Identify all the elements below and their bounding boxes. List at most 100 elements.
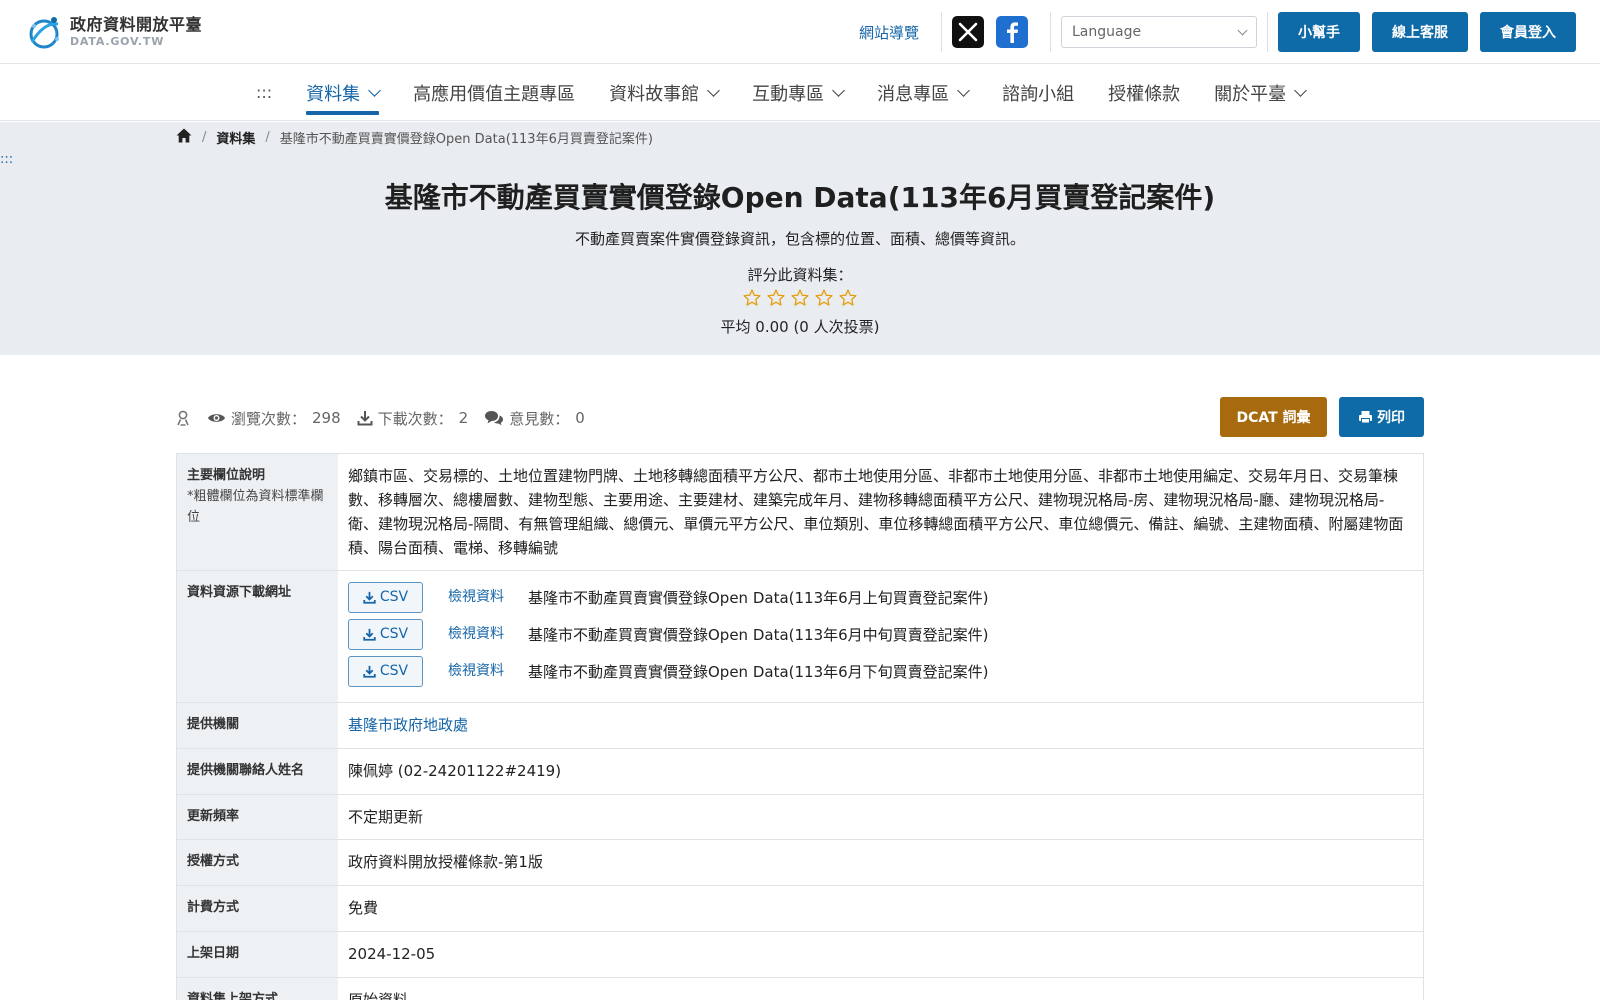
method-value: 原始資料	[348, 990, 409, 1000]
x-twitter-icon[interactable]	[952, 16, 984, 48]
nav-item-high-value[interactable]: 高應用價值主題專區	[413, 64, 575, 121]
accesskey-dots[interactable]: :::	[0, 152, 13, 167]
accesskey-dots[interactable]: :::	[256, 83, 272, 102]
download-icon	[357, 411, 373, 426]
row-header: 主要欄位說明 *粗體欄位為資料標準欄位	[177, 454, 338, 570]
nav-label: 關於平臺	[1214, 83, 1287, 105]
table-row: 提供機關 基隆市政府地政處	[177, 703, 1423, 749]
csv-label: CSV	[379, 626, 409, 643]
helper-button[interactable]: 小幫手	[1278, 12, 1360, 52]
star-icon[interactable]	[766, 288, 786, 308]
nav-label: 消息專區	[877, 83, 950, 105]
language-select[interactable]: Language	[1061, 16, 1257, 48]
table-row: 提供機關聯絡人姓名 陳佩婷 (02-24201122#2419)	[177, 748, 1423, 795]
nav-label: 資料故事館	[609, 83, 700, 105]
contact-label: 提供機關聯絡人姓名	[177, 748, 338, 794]
nav-item-about[interactable]: 關於平臺	[1214, 64, 1308, 121]
sitemap-link[interactable]: 網站導覽	[859, 22, 919, 43]
nav-label: 資料集	[306, 83, 361, 105]
home-icon[interactable]	[176, 128, 192, 147]
download-icon	[363, 628, 376, 641]
table-row: 更新頻率 不定期更新	[177, 794, 1423, 841]
nav-item-news[interactable]: 消息專區	[877, 64, 971, 121]
divider	[1267, 12, 1268, 52]
download-icon	[363, 665, 376, 678]
divider	[1050, 12, 1051, 52]
eye-icon	[208, 414, 225, 422]
nav-item-datasets[interactable]: 資料集	[306, 64, 382, 121]
dataset-info-table: 主要欄位說明 *粗體欄位為資料標準欄位 鄉鎮市區、交易標的、土地位置建物門牌、土…	[176, 453, 1424, 1000]
nav-label: 諮詢小組	[1002, 83, 1075, 105]
divider	[941, 12, 942, 52]
site-logo[interactable]: 政府資料開放平臺 DATA.GOV.TW	[24, 12, 202, 52]
view-data-link[interactable]: 檢視資料	[448, 623, 528, 645]
comments-icon	[485, 411, 504, 426]
resource-row: CSV 檢視資料 基隆市不動產買賣實價登錄Open Data(113年6月下旬買…	[348, 653, 1413, 690]
user-icon	[176, 410, 195, 426]
table-row: 計費方式 免費	[177, 886, 1423, 932]
main-fields-note: *粗體欄位為資料標準欄位	[187, 488, 324, 525]
frequency-value: 不定期更新	[348, 807, 424, 826]
breadcrumb-separator: /	[265, 130, 270, 145]
license-value: 政府資料開放授權條款-第1版	[348, 853, 543, 872]
nav-label: 互動專區	[752, 83, 825, 105]
breadcrumb-datasets[interactable]: 資料集	[216, 128, 255, 147]
csv-download-button[interactable]: CSV	[348, 619, 423, 650]
provider-link[interactable]: 基隆市政府地政處	[348, 716, 468, 734]
downloads-stat: 下載次數： 2	[357, 408, 468, 429]
nav-item-advisory[interactable]: 諮詢小組	[1002, 64, 1074, 121]
table-row: 主要欄位說明 *粗體欄位為資料標準欄位 鄉鎮市區、交易標的、土地位置建物門牌、土…	[177, 454, 1423, 571]
date-value: 2024-12-05	[348, 944, 436, 963]
star-icon[interactable]	[814, 288, 834, 308]
nav-item-stories[interactable]: 資料故事館	[609, 64, 721, 121]
breadcrumb: / 資料集 / 基隆市不動產買賣實價登錄Open Data(113年6月買賣登記…	[176, 128, 653, 147]
online-service-button[interactable]: 線上客服	[1372, 12, 1468, 52]
views-count: 298	[312, 409, 341, 427]
rating-stars	[0, 288, 1600, 308]
license-label: 授權方式	[177, 840, 338, 886]
date-label: 上架日期	[177, 931, 338, 977]
nav-item-interactive[interactable]: 互動專區	[752, 64, 846, 121]
table-row: 資料資源下載網址 CSV 檢視資料 基隆市不動產買賣實價登錄Open Data(…	[177, 571, 1423, 703]
comments-count: 0	[575, 409, 585, 427]
nav-label: 授權條款	[1108, 83, 1181, 105]
resource-row: CSV 檢視資料 基隆市不動產買賣實價登錄Open Data(113年6月上旬買…	[348, 579, 1413, 616]
comments-stat: 意見數： 0	[484, 408, 585, 429]
breadcrumb-current: 基隆市不動產買賣實價登錄Open Data(113年6月買賣登記案件)	[279, 132, 653, 147]
resource-name: 基隆市不動產買賣實價登錄Open Data(113年6月中旬買賣登記案件)	[528, 625, 989, 644]
csv-label: CSV	[379, 663, 409, 680]
star-icon[interactable]	[790, 288, 810, 308]
csv-label: CSV	[379, 589, 409, 606]
chevron-down-icon	[368, 83, 382, 97]
dataset-description: 不動產買賣案件實價登錄資訊，包含標的位置、面積、總價等資訊。	[574, 230, 1025, 248]
rating-label: 評分此資料集：	[747, 266, 853, 284]
chevron-down-icon	[957, 83, 971, 97]
downloads-label: 下載次數：	[377, 409, 453, 428]
dcat-vocabulary-button[interactable]: DCAT 詞彙	[1220, 397, 1327, 437]
top-header: 政府資料開放平臺 DATA.GOV.TW 網站導覽 Language 小幫手 線…	[0, 0, 1600, 64]
star-icon[interactable]	[838, 288, 858, 308]
frequency-label: 更新頻率	[177, 794, 338, 840]
views-label: 瀏覽次數：	[231, 409, 307, 428]
language-placeholder: Language	[1072, 24, 1142, 40]
contact-value: 陳佩婷 (02-24201122#2419)	[348, 761, 562, 780]
provider-label: 提供機關	[177, 703, 338, 748]
view-data-link[interactable]: 檢視資料	[448, 586, 528, 608]
views-stat: 瀏覽次數： 298	[207, 408, 341, 429]
dataset-hero: / 資料集 / 基隆市不動產買賣實價登錄Open Data(113年6月買賣登記…	[0, 122, 1600, 355]
nav-item-license[interactable]: 授權條款	[1108, 64, 1180, 121]
logo-title: 政府資料開放平臺	[70, 15, 203, 35]
comments-label: 意見數：	[509, 409, 570, 428]
facebook-icon[interactable]	[996, 16, 1028, 48]
method-label: 資料集上架方式	[177, 977, 338, 1000]
fee-value: 免費	[348, 899, 379, 918]
page-title: 基隆市不動產買賣實價登錄Open Data(113年6月買賣登記案件)	[384, 181, 1216, 214]
csv-download-button[interactable]: CSV	[348, 656, 423, 687]
member-login-button[interactable]: 會員登入	[1480, 12, 1576, 52]
main-fields-value: 鄉鎮市區、交易標的、土地位置建物門牌、土地移轉總面積平方公尺、都市土地使用分區、…	[348, 467, 1404, 557]
view-data-link[interactable]: 檢視資料	[448, 660, 528, 682]
csv-download-button[interactable]: CSV	[348, 582, 423, 613]
print-button[interactable]: 列印	[1339, 397, 1424, 437]
star-icon[interactable]	[742, 288, 762, 308]
print-label: 列印	[1377, 410, 1405, 426]
